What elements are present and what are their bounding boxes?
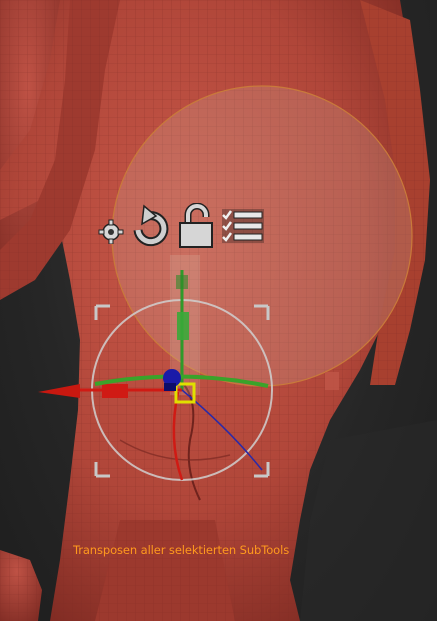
x-axis-arrow[interactable] <box>38 384 80 398</box>
z-axis-base <box>164 383 176 391</box>
status-message: Transposen aller selektierten SubTools <box>73 543 290 557</box>
rotate-icon <box>133 204 169 247</box>
y-axis-handle[interactable] <box>177 312 189 340</box>
x-axis-handle[interactable] <box>102 384 128 398</box>
toolbar-button-settings[interactable] <box>96 208 126 248</box>
y-axis-tip[interactable] <box>176 275 188 289</box>
toolbar-button-lock[interactable] <box>176 202 216 253</box>
sculpt-scene[interactable] <box>0 0 437 621</box>
unlock-icon <box>179 202 213 248</box>
mesh-fragment <box>325 372 339 390</box>
3d-viewport[interactable]: Transposen aller selektierten SubTools <box>0 0 437 621</box>
checklist-icon <box>222 209 264 243</box>
gear-icon <box>98 219 124 245</box>
transpose-toolbar <box>96 202 266 253</box>
toolbar-button-rotate[interactable] <box>130 204 172 252</box>
toolbar-button-options[interactable] <box>220 207 266 249</box>
